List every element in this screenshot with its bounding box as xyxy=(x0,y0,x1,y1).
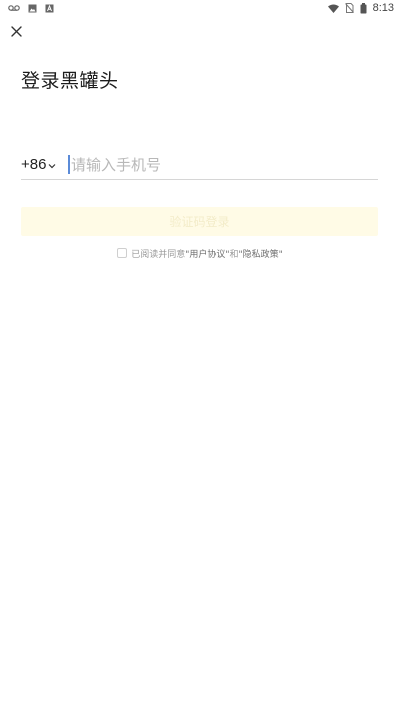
close-icon xyxy=(10,22,22,41)
agreement-checkbox[interactable] xyxy=(117,248,128,258)
image-icon xyxy=(28,4,37,13)
phone-number-input[interactable] xyxy=(70,152,378,177)
user-agreement-link[interactable]: "用户协议" xyxy=(185,247,229,260)
status-bar: 8:13 xyxy=(0,0,400,16)
battery-icon xyxy=(360,2,367,14)
login-screen: 8:13 登录黑罐头 +86 验证码登录 已阅读并同意 "用户协议" 和 "隐私… xyxy=(0,0,400,710)
privacy-policy-link[interactable]: "隐私政策" xyxy=(239,247,283,260)
code-login-button[interactable]: 验证码登录 xyxy=(21,207,378,236)
no-sim-icon xyxy=(344,3,354,13)
chevron-down-icon xyxy=(48,156,56,173)
text-cursor xyxy=(68,155,70,174)
agreement-row: 已阅读并同意 "用户协议" 和 "隐私政策" xyxy=(0,246,400,260)
close-button[interactable] xyxy=(7,22,25,40)
text-icon xyxy=(45,4,54,13)
wifi-icon xyxy=(327,4,339,13)
status-bar-right: 8:13 xyxy=(327,2,394,14)
country-code-selector[interactable]: +86 xyxy=(21,156,56,173)
agreement-prefix: 已阅读并同意 xyxy=(131,249,186,260)
country-code-label: +86 xyxy=(21,156,47,173)
status-bar-left xyxy=(8,4,54,13)
agreement-and: 和 xyxy=(229,249,239,260)
phone-input-row: +86 xyxy=(21,150,378,180)
voicemail-icon xyxy=(8,4,20,12)
page-title: 登录黑罐头 xyxy=(21,70,119,92)
status-time: 8:13 xyxy=(372,2,394,14)
